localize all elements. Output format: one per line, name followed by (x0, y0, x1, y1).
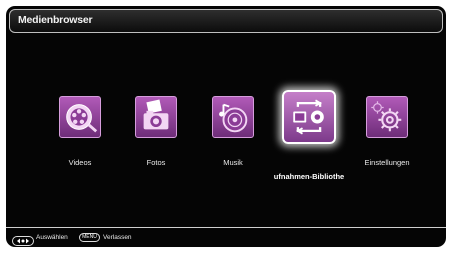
menu-item-videos[interactable]: Videos (58, 96, 102, 167)
page-title: Medienbrowser (18, 14, 93, 26)
navigation-arrows-icon (12, 233, 34, 247)
menu-item-musik[interactable]: Musik (211, 96, 255, 167)
bottom-hint-bar: Auswählen MENU Verlassen (6, 227, 446, 247)
media-browser-frame: Medienbrowser Videos Fotos Musik ufnahme… (6, 6, 446, 247)
menu-item-recordings-library[interactable]: ufnahmen-Bibliothe (274, 88, 344, 182)
title-bar: Medienbrowser (9, 9, 443, 33)
menu-item-fotos[interactable]: Fotos (134, 96, 178, 167)
menu-item-label: Fotos (146, 158, 166, 167)
menu-item-label: Einstellungen (364, 158, 410, 167)
screen: Medienbrowser Videos Fotos Musik ufnahme… (0, 0, 452, 253)
music-disc-icon (212, 96, 254, 138)
recordings-library-icon (282, 90, 336, 144)
menu-key-icon: MENU (79, 233, 100, 242)
menu-item-label: Musik (223, 158, 243, 167)
select-hint: Auswählen (36, 234, 68, 241)
menu-item-label: ufnahmen-Bibliothe (273, 172, 345, 181)
film-reel-icon (59, 96, 101, 138)
menu-item-einstellungen[interactable]: Einstellungen (364, 96, 410, 167)
camera-photo-icon (135, 96, 177, 138)
exit-hint: Verlassen (103, 234, 132, 241)
menu-item-label: Videos (68, 158, 92, 167)
gears-icon (366, 96, 408, 138)
